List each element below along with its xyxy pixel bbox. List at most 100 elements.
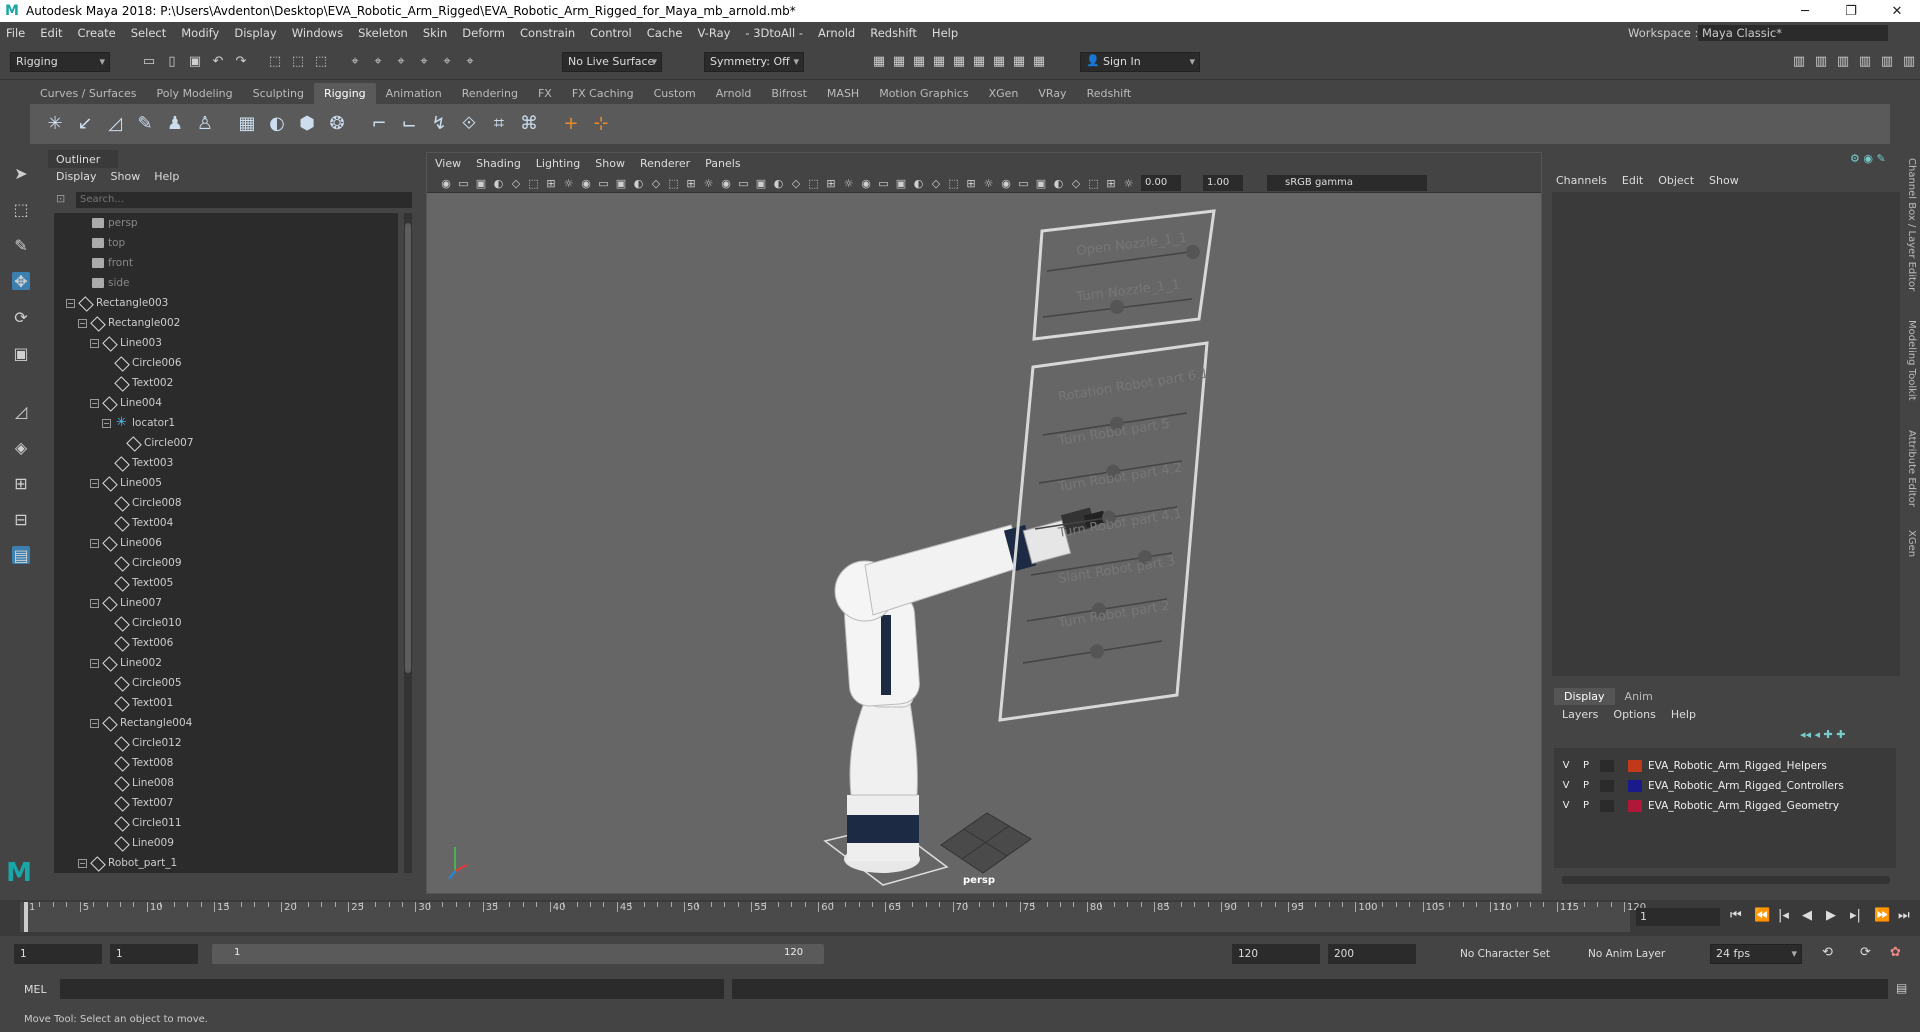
viewport-tool-icon[interactable]: ◇ [647, 174, 665, 192]
outliner-item-circle007[interactable]: Circle007 [54, 433, 398, 453]
shelf-tab-custom[interactable]: Custom [644, 83, 706, 104]
status-tool-icon[interactable]: ▯ [163, 52, 181, 70]
status-tool-icon[interactable]: ↷ [232, 52, 250, 70]
status-tool-icon[interactable]: ⬚ [289, 52, 307, 70]
expand-toggle-icon[interactable]: − [90, 339, 99, 348]
outliner-item-circle008[interactable]: Circle008 [54, 493, 398, 513]
outliner-item-text005[interactable]: Text005 [54, 573, 398, 593]
viewport-tool-icon[interactable]: ◐ [490, 174, 508, 192]
shelf-tab-mash[interactable]: MASH [817, 83, 869, 104]
expand-toggle-icon[interactable]: − [90, 539, 99, 548]
viewport-tool-icon[interactable]: ⬚ [525, 174, 543, 192]
layer-menu-help[interactable]: Help [1671, 708, 1696, 721]
viewport-tool-icon[interactable]: ▣ [752, 174, 770, 192]
status-tool-icon[interactable]: ▣ [186, 52, 204, 70]
shelf-tool-icon[interactable]: ⌗ [490, 113, 508, 134]
render-tool-icon[interactable]: ▦ [970, 52, 988, 70]
viewport-tool-icon[interactable]: ⬚ [1085, 174, 1103, 192]
menu-arnold[interactable]: Arnold [818, 26, 855, 40]
expand-toggle-icon[interactable]: − [90, 659, 99, 668]
outliner-item-line002[interactable]: − Line002 [54, 653, 398, 673]
viewport-menu-shading[interactable]: Shading [476, 157, 521, 170]
step-forward-frame-icon[interactable]: ▸| [1850, 908, 1861, 923]
outliner-item-robot-part-1[interactable]: − Robot_part_1 [54, 853, 398, 873]
playback-toggle[interactable]: P [1580, 776, 1592, 796]
prefs-icon[interactable]: ✿ [1890, 945, 1901, 960]
outliner-item-rectangle004[interactable]: − Rectangle004 [54, 713, 398, 733]
render-tool-icon[interactable]: ▦ [870, 52, 888, 70]
layer-row[interactable]: V P EVA_Robotic_Arm_Rigged_Geometry [1554, 796, 1896, 816]
outliner-item-line005[interactable]: − Line005 [54, 473, 398, 493]
step-back-frame-icon[interactable]: |◂ [1778, 908, 1789, 923]
display-type-toggle[interactable] [1600, 760, 1614, 772]
tool-icon[interactable]: ◿ [12, 402, 30, 421]
viewport-tool-icon[interactable]: ☼ [700, 174, 718, 192]
menu-create[interactable]: Create [78, 26, 116, 40]
channel-menu-edit[interactable]: Edit [1622, 174, 1643, 187]
tool-icon[interactable]: ▤ [12, 546, 30, 565]
viewport-tool-icon[interactable]: ☼ [560, 174, 578, 192]
shelf-tool-icon[interactable]: ❂ [328, 113, 346, 134]
shelf-tool-icon[interactable]: ◐ [268, 113, 286, 134]
shelf-tool-icon[interactable]: ✳ [46, 113, 64, 134]
menu-v-ray[interactable]: V-Ray [697, 26, 730, 40]
outliner-item-line006[interactable]: − Line006 [54, 533, 398, 553]
gamma-field[interactable]: 1.00 [1203, 175, 1243, 191]
anim-start-field[interactable]: 1 [14, 944, 102, 964]
go-to-start-icon[interactable]: ⏮ [1730, 908, 1742, 923]
shelf-tool-icon[interactable]: ✎ [136, 113, 154, 134]
loop-icon[interactable]: ⟲ [1822, 945, 1833, 960]
expand-toggle-icon[interactable]: − [78, 319, 87, 328]
expand-toggle-icon[interactable]: − [78, 859, 87, 868]
shelf-tool-icon[interactable]: ▦ [238, 113, 256, 134]
auto-key-icon[interactable]: ⟳ [1860, 945, 1871, 960]
menu-3dtoall[interactable]: - 3DtoAll - [745, 26, 803, 40]
layer-tab-anim[interactable]: Anim [1615, 688, 1663, 705]
render-tool-icon[interactable]: ▦ [910, 52, 928, 70]
viewport-tool-icon[interactable]: ▣ [472, 174, 490, 192]
layout-icon[interactable]: ▥ [1878, 52, 1896, 70]
shelf-tab-curves-surfaces[interactable]: Curves / Surfaces [30, 83, 147, 104]
menu-skin[interactable]: Skin [423, 26, 447, 40]
tool-icon[interactable]: ⊟ [12, 510, 30, 529]
layer-color-swatch[interactable] [1628, 760, 1642, 772]
command-language-label[interactable]: MEL [24, 983, 47, 996]
channel-menu-object[interactable]: Object [1658, 174, 1694, 187]
shelf-tool-icon[interactable]: + [562, 113, 580, 134]
shelf-tool-icon[interactable]: ⟐ [460, 113, 478, 134]
menu-skeleton[interactable]: Skeleton [358, 26, 408, 40]
menu-redshift[interactable]: Redshift [870, 26, 917, 40]
expand-toggle-icon[interactable]: − [90, 399, 99, 408]
shelf-tab-sculpting[interactable]: Sculpting [243, 83, 314, 104]
shelf-tab-rendering[interactable]: Rendering [452, 83, 528, 104]
status-tool-icon[interactable]: ⌖ [415, 52, 433, 70]
render-tool-icon[interactable]: ▦ [1030, 52, 1048, 70]
symmetry-dropdown[interactable]: Symmetry: Off [704, 52, 804, 72]
playback-end-field[interactable]: 120 [1232, 944, 1320, 964]
shelf-tool-icon[interactable]: ♙ [196, 113, 214, 134]
filter-icon[interactable]: ⊡ [56, 192, 65, 205]
shelf-tab-fx[interactable]: FX [528, 83, 562, 104]
display-type-toggle[interactable] [1600, 800, 1614, 812]
display-type-toggle[interactable] [1600, 780, 1614, 792]
layer-action-icons[interactable]: ◂◂ ◂ ✚ ✚ [1800, 728, 1846, 741]
status-tool-icon[interactable]: ⬚ [312, 52, 330, 70]
layer-color-swatch[interactable] [1628, 800, 1642, 812]
go-to-end-icon[interactable]: ⏭ [1898, 908, 1910, 923]
outliner-item-locator1[interactable]: − ✳ locator1 [54, 413, 398, 433]
outliner-scrollbar[interactable] [404, 213, 412, 873]
menu-file[interactable]: File [6, 26, 25, 40]
tool-icon[interactable]: ➤ [12, 164, 30, 183]
live-surface-field[interactable]: No Live Surface [562, 52, 662, 72]
menu-cache[interactable]: Cache [647, 26, 683, 40]
status-tool-icon[interactable]: ↶ [209, 52, 227, 70]
play-forward-icon[interactable]: ▶ [1826, 908, 1836, 923]
viewport-tool-icon[interactable]: ⬚ [665, 174, 683, 192]
outliner-item-side[interactable]: side [54, 273, 398, 293]
menu-display[interactable]: Display [234, 26, 276, 40]
close-button[interactable]: ✕ [1874, 0, 1920, 22]
menu-control[interactable]: Control [590, 26, 632, 40]
viewport-tool-icon[interactable]: ◇ [507, 174, 525, 192]
outliner-item-line007[interactable]: − Line007 [54, 593, 398, 613]
layout-icon[interactable]: ▥ [1790, 52, 1808, 70]
